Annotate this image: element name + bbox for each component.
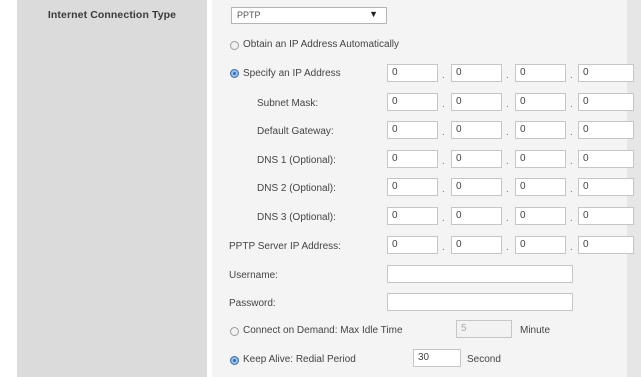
default-gateway-octet-2[interactable]: 0 bbox=[451, 121, 502, 139]
default-gateway-octet-1[interactable]: 0 bbox=[387, 121, 438, 139]
separator-dot: . bbox=[506, 127, 509, 138]
default-gateway-octet-4[interactable]: 0 bbox=[578, 121, 634, 139]
dns2-octet-3[interactable]: 0 bbox=[515, 178, 566, 196]
separator-dot: . bbox=[442, 127, 445, 138]
dns1-label: DNS 1 (Optional): bbox=[257, 155, 336, 166]
connection-type-value: PPTP bbox=[237, 10, 261, 20]
pptp-server-octet-3[interactable]: 0 bbox=[515, 236, 566, 254]
separator-dot: . bbox=[442, 99, 445, 110]
radio-keep-alive[interactable] bbox=[230, 356, 239, 365]
redial-period-input[interactable]: 30 bbox=[413, 349, 461, 367]
connect-on-demand-label: Connect on Demand: Max Idle Time bbox=[243, 325, 403, 336]
separator-dot: . bbox=[506, 99, 509, 110]
separator-dot: . bbox=[506, 156, 509, 167]
username-label: Username: bbox=[229, 270, 278, 281]
dns2-octet-4[interactable]: 0 bbox=[578, 178, 634, 196]
separator-dot: . bbox=[442, 156, 445, 167]
subnet-mask-label: Subnet Mask: bbox=[257, 98, 319, 109]
separator-dot: . bbox=[570, 156, 573, 167]
dns1-octet-3[interactable]: 0 bbox=[515, 150, 566, 168]
internet-connection-type-label: Internet Connection Type bbox=[47, 9, 177, 21]
separator-dot: . bbox=[442, 242, 445, 253]
specify-ip-label: Specify an IP Address bbox=[243, 68, 341, 79]
separator-dot: . bbox=[442, 184, 445, 195]
radio-specify-ip[interactable] bbox=[230, 69, 239, 78]
ip-address-octet-2[interactable]: 0 bbox=[451, 64, 502, 82]
dns2-label: DNS 2 (Optional): bbox=[257, 183, 336, 194]
dns3-octet-3[interactable]: 0 bbox=[515, 207, 566, 225]
subnet-mask-octet-2[interactable]: 0 bbox=[451, 93, 502, 111]
dns1-octet-1[interactable]: 0 bbox=[387, 150, 438, 168]
separator-dot: . bbox=[570, 99, 573, 110]
dns3-octet-1[interactable]: 0 bbox=[387, 207, 438, 225]
connection-type-select[interactable]: PPTP ▼ bbox=[231, 7, 387, 24]
pptp-server-octet-2[interactable]: 0 bbox=[451, 236, 502, 254]
password-input[interactable] bbox=[387, 293, 573, 311]
pptp-server-octet-1[interactable]: 0 bbox=[387, 236, 438, 254]
dns1-octet-4[interactable]: 0 bbox=[578, 150, 634, 168]
separator-dot: . bbox=[570, 213, 573, 224]
default-gateway-octet-3[interactable]: 0 bbox=[515, 121, 566, 139]
ip-address-octet-1[interactable]: 0 bbox=[387, 64, 438, 82]
ip-address-octet-4[interactable]: 0 bbox=[578, 64, 634, 82]
setup-panel: Internet Connection Type PPTP ▼ Obtain a… bbox=[0, 0, 641, 377]
separator-dot: . bbox=[570, 184, 573, 195]
radio-connect-on-demand[interactable] bbox=[230, 327, 239, 336]
dns3-octet-4[interactable]: 0 bbox=[578, 207, 634, 225]
separator-dot: . bbox=[506, 70, 509, 81]
radio-obtain-automatically[interactable] bbox=[230, 41, 239, 50]
dns2-octet-1[interactable]: 0 bbox=[387, 178, 438, 196]
subnet-mask-octet-3[interactable]: 0 bbox=[515, 93, 566, 111]
pptp-server-octet-4[interactable]: 0 bbox=[578, 236, 634, 254]
ip-address-octet-3[interactable]: 0 bbox=[515, 64, 566, 82]
separator-dot: . bbox=[570, 70, 573, 81]
separator-dot: . bbox=[506, 213, 509, 224]
dns2-octet-2[interactable]: 0 bbox=[451, 178, 502, 196]
pptp-server-ip-label: PPTP Server IP Address: bbox=[229, 241, 341, 252]
keep-alive-label: Keep Alive: Redial Period bbox=[243, 354, 356, 365]
separator-dot: . bbox=[442, 213, 445, 224]
redial-period-unit: Second bbox=[467, 354, 501, 365]
obtain-automatically-label: Obtain an IP Address Automatically bbox=[243, 39, 400, 50]
default-gateway-label: Default Gateway: bbox=[257, 126, 334, 137]
username-input[interactable] bbox=[387, 265, 573, 283]
separator-dot: . bbox=[570, 127, 573, 138]
dns3-octet-2[interactable]: 0 bbox=[451, 207, 502, 225]
dns1-octet-2[interactable]: 0 bbox=[451, 150, 502, 168]
separator-dot: . bbox=[506, 242, 509, 253]
separator-dot: . bbox=[506, 184, 509, 195]
separator-dot: . bbox=[442, 70, 445, 81]
section-label-column: Internet Connection Type bbox=[17, 0, 207, 377]
separator-dot: . bbox=[570, 242, 573, 253]
subnet-mask-octet-1[interactable]: 0 bbox=[387, 93, 438, 111]
chevron-down-icon: ▼ bbox=[369, 9, 378, 19]
password-label: Password: bbox=[229, 298, 276, 309]
dns3-label: DNS 3 (Optional): bbox=[257, 212, 336, 223]
max-idle-time-input[interactable]: 5 bbox=[456, 320, 512, 338]
subnet-mask-octet-4[interactable]: 0 bbox=[578, 93, 634, 111]
max-idle-time-unit: Minute bbox=[520, 325, 551, 336]
